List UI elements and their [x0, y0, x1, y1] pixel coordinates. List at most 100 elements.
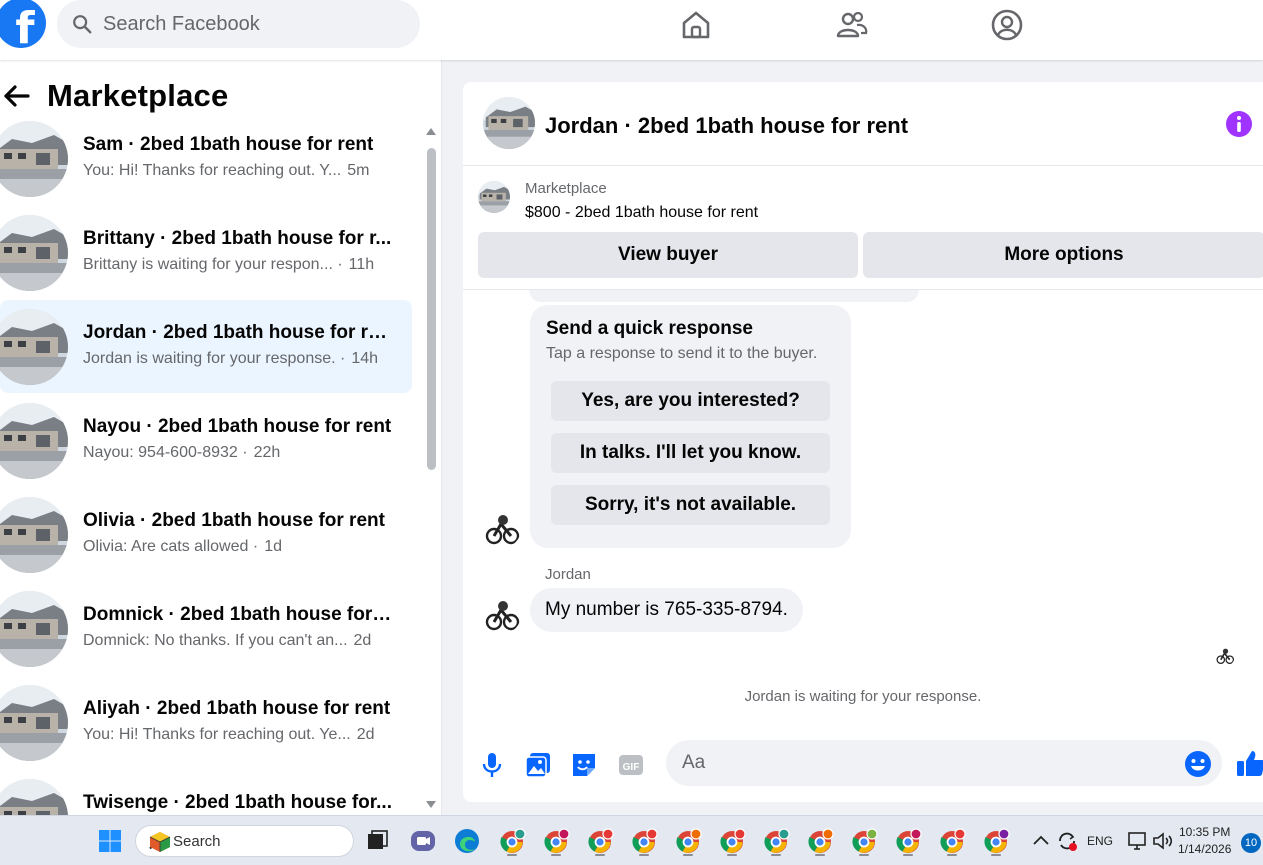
language-indicator[interactable]: ENG [1087, 816, 1113, 865]
listing-thumbnail [0, 779, 68, 816]
chrome-profile-icon[interactable] [762, 826, 792, 856]
page-title: Marketplace [47, 78, 229, 113]
conversation-time: 14h [351, 350, 379, 367]
read-receipt-avatar [1215, 646, 1235, 666]
rubiks-cube-icon [149, 832, 171, 852]
listing-title[interactable]: $800 - 2bed 1bath house for rent [525, 204, 758, 222]
chrome-profile-icon[interactable] [894, 826, 924, 856]
conversation-item[interactable]: Sam · 2bed 1bath house for rent You: Hi! … [0, 112, 412, 205]
conversation-title: Aliyah · 2bed 1bath house for rent [83, 698, 391, 719]
taskbar-search[interactable]: Search [135, 825, 354, 857]
message-composer: GIF [463, 738, 1263, 794]
listing-label: Marketplace [525, 180, 607, 197]
conversation-item[interactable]: Jordan · 2bed 1bath house for re... Jorda… [0, 300, 412, 393]
speaker-icon[interactable] [1151, 829, 1175, 853]
view-buyer-button[interactable]: View buyer [478, 232, 858, 278]
listing-thumbnail [0, 121, 68, 197]
listing-thumbnail [0, 685, 68, 761]
taskbar-search-label: Search [173, 833, 221, 850]
conversation-title: Jordan · 2bed 1bath house for re... [83, 322, 393, 343]
photo-icon[interactable] [523, 750, 553, 780]
friends-icon[interactable] [835, 8, 869, 42]
conversation-preview: Nayou: 954-600-8932 · [83, 444, 248, 461]
windows-taskbar: Search ENG 10:35 PM 1/14/2026 10 [0, 815, 1263, 865]
back-arrow-icon[interactable] [2, 81, 32, 111]
conversation-preview: Jordan is waiting for your response. · [83, 350, 346, 367]
quick-response-in-talks-button[interactable]: In talks. I'll let you know. [551, 433, 830, 473]
conversation-title: Domnick · 2bed 1bath house for ... [83, 604, 393, 625]
message-input[interactable] [682, 740, 1162, 786]
like-icon[interactable] [1235, 748, 1263, 780]
network-icon[interactable] [1126, 829, 1150, 853]
system-clock[interactable]: 10:35 PM 1/14/2026 [1178, 824, 1231, 858]
task-view-icon[interactable] [362, 826, 392, 856]
conversation-time: 5m [347, 162, 370, 179]
chevron-up-icon[interactable] [1030, 830, 1052, 852]
conversation-item[interactable]: Nayou · 2bed 1bath house for rent Nayou: … [0, 394, 412, 487]
sticker-icon[interactable] [569, 750, 599, 780]
chrome-profile-icon[interactable] [982, 826, 1012, 856]
svg-text:GIF: GIF [623, 762, 640, 773]
waiting-status: Jordan is waiting for your response. [744, 688, 982, 705]
conversation-time: 2d [353, 632, 372, 649]
conversation-preview: Olivia: Are cats allowed · [83, 538, 259, 555]
gif-icon[interactable]: GIF [616, 750, 646, 780]
profile-icon[interactable] [990, 8, 1024, 42]
top-navigation-bar: f [0, 0, 1263, 60]
listing-thumbnail [0, 497, 68, 573]
chrome-profile-icon[interactable] [718, 826, 748, 856]
scroll-thumb[interactable] [427, 148, 436, 470]
chrome-profile-icon[interactable] [498, 826, 528, 856]
chrome-profile-icon[interactable] [630, 826, 660, 856]
conversation-item[interactable]: Domnick · 2bed 1bath house for ... Domnic… [0, 582, 412, 675]
contact-avatar[interactable] [483, 97, 535, 149]
chrome-profile-icon[interactable] [938, 826, 968, 856]
notification-badge[interactable]: 10 [1241, 833, 1261, 853]
sync-icon[interactable] [1055, 829, 1079, 853]
conversation-title: Brittany · 2bed 1bath house for r... [83, 228, 392, 249]
chrome-profile-icon[interactable] [674, 826, 704, 856]
sender-avatar[interactable] [483, 596, 521, 634]
conversation-preview: Brittany is waiting for your respon... · [83, 256, 343, 273]
teams-icon[interactable] [408, 826, 438, 856]
more-options-button[interactable]: More options [863, 232, 1263, 278]
facebook-logo[interactable]: f [0, 0, 46, 48]
home-icon[interactable] [679, 8, 713, 42]
clock-time: 10:35 PM [1179, 825, 1231, 839]
chrome-profile-icon[interactable] [806, 826, 836, 856]
chat-title[interactable]: Jordan · 2bed 1bath house for rent [545, 113, 908, 139]
sender-avatar[interactable] [483, 510, 521, 548]
quick-response-yes-button[interactable]: Yes, are you interested? [551, 381, 830, 421]
message-input-box[interactable] [666, 740, 1222, 786]
search-bar[interactable] [57, 0, 420, 48]
chrome-profile-icon[interactable] [850, 826, 880, 856]
chrome-profile-icon[interactable] [542, 826, 572, 856]
windows-start-icon[interactable] [98, 829, 122, 853]
message-bubble-partial [529, 290, 919, 302]
conversation-item[interactable]: Olivia · 2bed 1bath house for rent Olivia… [0, 488, 412, 581]
conversation-item[interactable]: Aliyah · 2bed 1bath house for rent You: H… [0, 676, 412, 769]
quick-response-not-available-button[interactable]: Sorry, it's not available. [551, 485, 830, 525]
marketplace-header: Marketplace [0, 78, 228, 114]
conversation-time: 11h [348, 256, 375, 273]
listing-summary: Marketplace $800 - 2bed 1bath house for … [463, 166, 1263, 290]
scrollbar[interactable] [426, 128, 436, 808]
conversation-preview: You: Hi! Thanks for reaching out. Ye... [83, 726, 351, 743]
edge-icon[interactable] [452, 826, 482, 856]
conversation-title: Twisenge · 2bed 1bath house for... [83, 792, 392, 813]
conversation-title: Nayou · 2bed 1bath house for rent [83, 416, 392, 437]
scroll-up-arrow[interactable] [426, 128, 436, 135]
listing-thumbnail[interactable] [478, 181, 510, 213]
listing-thumbnail [0, 309, 68, 385]
chrome-profile-icon[interactable] [586, 826, 616, 856]
info-icon[interactable] [1225, 110, 1253, 138]
conversation-item[interactable]: Brittany · 2bed 1bath house for r... Brit… [0, 206, 412, 299]
chat-panel: Jordan · 2bed 1bath house for rent Marke… [463, 82, 1263, 802]
emoji-icon[interactable] [1184, 750, 1212, 778]
conversation-item[interactable]: Twisenge · 2bed 1bath house for... [0, 770, 412, 815]
scroll-down-arrow[interactable] [426, 801, 436, 808]
quick-response-subtitle: Tap a response to send it to the buyer. [546, 345, 818, 362]
microphone-icon[interactable] [477, 750, 507, 780]
search-input[interactable] [103, 12, 383, 36]
marketplace-inbox-panel: Marketplace Sam · 2bed 1bath house for r… [0, 60, 442, 815]
